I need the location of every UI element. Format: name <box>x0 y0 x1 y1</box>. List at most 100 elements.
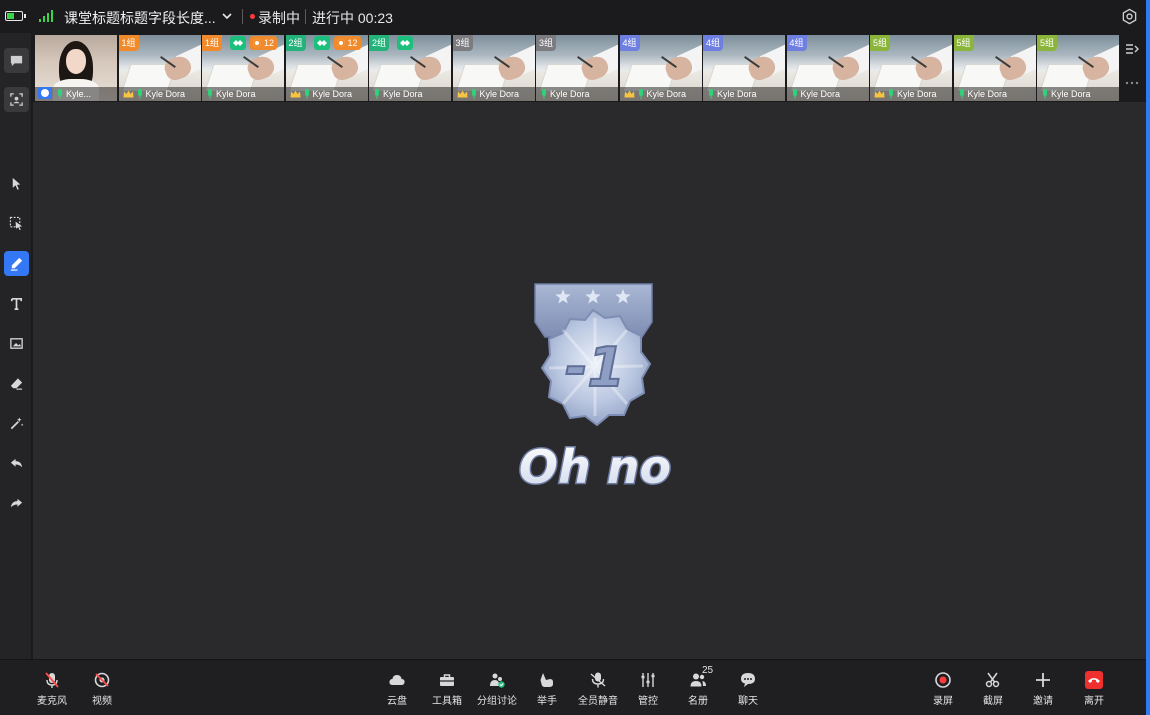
group-badge: 1组 <box>118 35 139 51</box>
class-title[interactable]: 课堂标题标题字段长度... <box>64 8 216 28</box>
student-name-bar: Kyle Dora <box>452 87 535 101</box>
student-video-tile[interactable]: 5组 Kyle Dora <box>870 35 952 101</box>
student-video-tile[interactable]: 4组 Kyle Dora <box>786 35 869 101</box>
student-video-tile[interactable]: 4组 Kyle Dora <box>703 35 785 101</box>
settings-hexagon-icon[interactable] <box>1121 8 1138 25</box>
student-video-tile[interactable]: 5组 Kyle Dora <box>1037 35 1119 101</box>
team-badge <box>230 36 246 50</box>
mute-all-button[interactable]: 全员静音 <box>573 660 623 715</box>
student-name: Kyle Dora <box>216 89 256 99</box>
text-tool[interactable] <box>4 291 29 316</box>
invite-button-label: 邀请 <box>1033 696 1053 707</box>
chat-button-label: 聊天 <box>738 696 758 707</box>
image-tool[interactable] <box>4 331 29 356</box>
chevron-down-icon[interactable] <box>221 10 233 22</box>
cloud-drive-button[interactable]: 云盘 <box>372 660 422 715</box>
strip-side-controls <box>1121 35 1145 101</box>
student-video-tile[interactable]: 2组 Kyle Dora <box>369 35 451 101</box>
mic-active-icon <box>304 89 309 99</box>
raise-hand-button[interactable]: 举手 <box>522 660 572 715</box>
toolbox-button[interactable]: 工具箱 <box>422 660 472 715</box>
mic-active-icon <box>375 89 379 99</box>
screenshot-button[interactable]: 截屏 <box>968 660 1018 715</box>
mic-button[interactable]: 麦克风 <box>27 660 77 715</box>
group-badge: 3组 <box>452 35 473 51</box>
crown-icon <box>874 90 885 98</box>
undo-tool[interactable] <box>4 451 29 476</box>
raise-hand-icon <box>537 670 557 690</box>
student-name: Kyle Dora <box>897 89 937 99</box>
student-video-tile[interactable]: 5组 Kyle Dora <box>953 35 1036 101</box>
mic-active-icon <box>471 89 476 99</box>
raise-hand-button-label: 举手 <box>537 696 557 707</box>
student-name-bar: Kyle Dora <box>703 87 785 101</box>
group-badge: 4组 <box>786 35 807 51</box>
image-icon <box>10 338 23 349</box>
medal-count-badge: 12 <box>250 36 278 50</box>
group-badge: 4组 <box>619 35 640 51</box>
chat-bubble-tool[interactable] <box>4 48 29 73</box>
teacher-video-tile[interactable]: Kyle... <box>35 35 117 101</box>
redo-tool[interactable] <box>4 491 29 516</box>
leave-button-label: 离开 <box>1084 696 1104 707</box>
select-icon <box>9 216 23 231</box>
student-name-bar: Kyle Dora <box>619 87 702 101</box>
cloud-icon <box>387 670 407 690</box>
mic-active-icon <box>542 89 546 99</box>
student-video-tile[interactable]: 4组 Kyle Dora <box>619 35 702 101</box>
face-frame-tool[interactable] <box>4 87 29 112</box>
invite-button[interactable]: 邀请 <box>1018 660 1068 715</box>
leave-button[interactable]: 离开 <box>1069 660 1119 715</box>
video-button-label: 视频 <box>92 696 112 707</box>
student-name: Kyle Dora <box>550 89 590 99</box>
mic-active-icon <box>58 89 62 99</box>
student-video-tile[interactable]: 1组 12 Kyle Dora <box>202 35 284 101</box>
text-icon <box>10 297 23 310</box>
mic-active-icon <box>137 89 142 99</box>
student-video-tile[interactable]: 1组 Kyle Dora <box>118 35 201 101</box>
group-badge: 5组 <box>870 35 891 51</box>
medal-graphic: -1 Oh no <box>517 283 673 496</box>
student-name-bar: Kyle Dora <box>285 87 368 101</box>
group-badge: 1组 <box>202 35 223 51</box>
select-tool[interactable] <box>4 211 29 236</box>
eraser-tool[interactable] <box>4 371 29 396</box>
control-button-label: 管控 <box>638 696 658 707</box>
roster-button[interactable]: 名册 25 <box>673 660 723 715</box>
magic-wand-tool[interactable] <box>4 411 29 436</box>
magic-wand-icon <box>10 417 24 430</box>
group-discussion-button[interactable]: 分组讨论 <box>472 660 522 715</box>
teacher-name-bar: Kyle... <box>35 87 117 101</box>
more-icon[interactable] <box>1125 81 1139 85</box>
mute-all-button-label: 全员静音 <box>578 696 618 707</box>
redo-icon <box>10 498 23 508</box>
sliders-icon <box>638 670 658 690</box>
chat-button[interactable]: 聊天 <box>723 660 773 715</box>
student-name-bar: Kyle Dora <box>1037 87 1119 101</box>
pen-tool[interactable] <box>4 251 29 276</box>
teacher-avatar-icon <box>38 87 52 99</box>
record-screen-button[interactable]: 录屏 <box>918 660 968 715</box>
recording-dot-icon <box>250 14 255 19</box>
student-video-tile[interactable]: 3组 Kyle Dora <box>536 35 618 101</box>
collapse-strip-icon[interactable] <box>1125 43 1139 55</box>
camera-off-icon <box>92 670 112 690</box>
cloud-drive-button-label: 云盘 <box>387 696 407 707</box>
mic-active-icon <box>638 89 643 99</box>
handshake-icon <box>400 40 410 46</box>
student-video-tile[interactable]: 3组 Kyle Dora <box>452 35 535 101</box>
student-name: Kyle Dora <box>717 89 757 99</box>
group-badge: 5组 <box>953 35 974 51</box>
student-name: Kyle Dora <box>479 89 520 99</box>
mic-active-icon <box>709 89 713 99</box>
undo-icon <box>10 458 23 468</box>
pointer-tool[interactable] <box>4 171 29 196</box>
student-name: Kyle Dora <box>383 89 423 99</box>
student-video-tile[interactable]: 2组 12 Kyle Dora <box>285 35 368 101</box>
control-button[interactable]: 管控 <box>623 660 673 715</box>
toolbox-icon <box>437 670 457 690</box>
student-name-bar: Kyle Dora <box>118 87 201 101</box>
video-button[interactable]: 视频 <box>77 660 127 715</box>
crown-icon <box>457 90 467 98</box>
teacher-name: Kyle... <box>66 89 92 99</box>
